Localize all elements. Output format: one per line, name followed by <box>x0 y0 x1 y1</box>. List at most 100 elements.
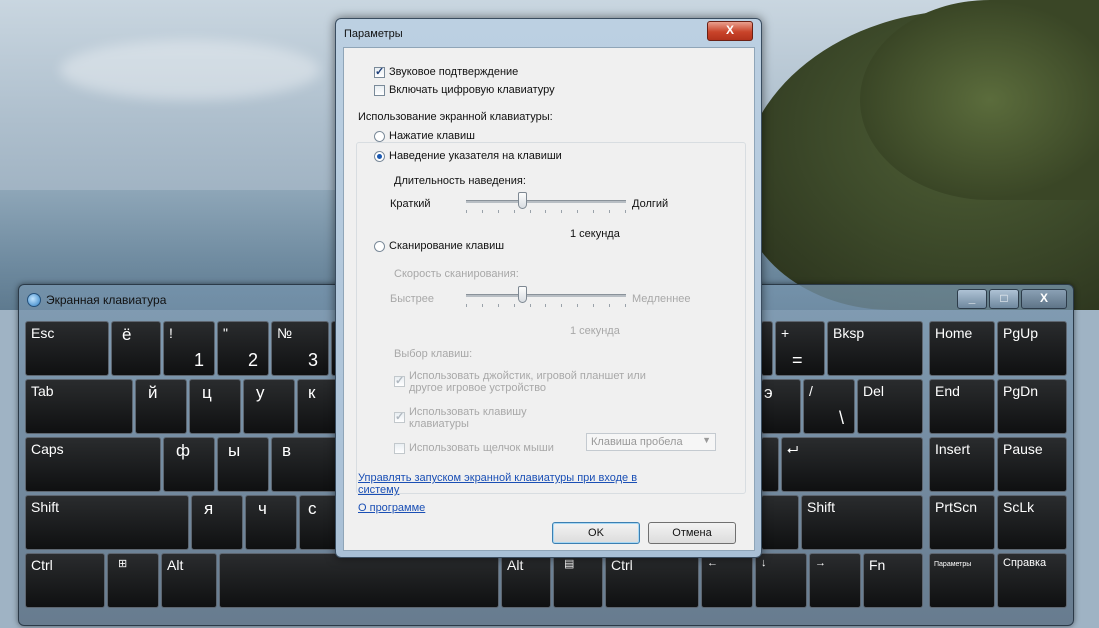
key-yi[interactable]: ы <box>217 437 269 492</box>
key-end[interactable]: End <box>929 379 995 434</box>
key-e-row3-partial[interactable] <box>761 437 779 492</box>
slider-tick <box>577 304 579 307</box>
maximize-button[interactable]: □ <box>989 289 1019 309</box>
hover-duration-slider[interactable] <box>466 192 626 214</box>
arrow-down-icon: ↓ <box>761 557 767 569</box>
key-ctrl-left[interactable]: Ctrl <box>25 553 105 608</box>
key-dot-partial[interactable] <box>761 495 799 550</box>
mode-scan-radio[interactable] <box>374 240 385 252</box>
key-home[interactable]: Home <box>929 321 995 376</box>
key-enter[interactable]: ⮠ <box>781 437 923 492</box>
key-1[interactable]: ! 1 <box>163 321 215 376</box>
mode-click-radio[interactable] <box>374 130 385 142</box>
key-pause[interactable]: Pause <box>997 437 1067 492</box>
key-pgup[interactable]: PgUp <box>997 321 1067 376</box>
key-2[interactable]: " 2 <box>217 321 269 376</box>
key-prtscn[interactable]: PrtScn <box>929 495 995 550</box>
key-right[interactable]: → <box>809 553 861 608</box>
key-insert[interactable]: Insert <box>929 437 995 492</box>
mode-hover-radio[interactable] <box>374 150 385 162</box>
slider-tick <box>497 210 499 213</box>
mode-hover-option[interactable]: Наведение указателя на клавиши <box>374 150 562 162</box>
dialog-body: Звуковое подтверждение Включать цифровую… <box>343 47 755 551</box>
slider-tick <box>545 304 547 307</box>
key-ch[interactable]: ч <box>245 495 297 550</box>
slider-tick <box>609 210 611 213</box>
slider-tick <box>577 210 579 213</box>
hover-min-label: Краткий <box>390 198 431 210</box>
dialog-title: Параметры <box>344 28 403 40</box>
key-backspace[interactable]: Bksp <box>827 321 923 376</box>
key-space[interactable] <box>219 553 499 608</box>
enter-icon: ⮠ <box>787 441 799 457</box>
minimize-button[interactable]: _ <box>957 289 987 309</box>
key-fn[interactable]: Fn <box>863 553 923 608</box>
key-sclk[interactable]: ScLk <box>997 495 1067 550</box>
mode-scan-option[interactable]: Сканирование клавиш <box>374 240 504 252</box>
key-down[interactable]: ↓ <box>755 553 807 608</box>
use-key-checkbox[interactable] <box>394 410 405 423</box>
hover-value-label: 1 секунда <box>570 228 620 240</box>
key-u[interactable]: у <box>243 379 295 434</box>
slider-tick <box>561 210 563 213</box>
mode-click-option[interactable]: Нажатие клавиш <box>374 130 475 142</box>
key-menu[interactable]: ▤ <box>553 553 603 608</box>
key-left[interactable]: ← <box>701 553 753 608</box>
key-ya[interactable]: я <box>191 495 243 550</box>
key-caps[interactable]: Caps <box>25 437 161 492</box>
slider-ticks <box>466 210 626 213</box>
key-shift-left[interactable]: Shift <box>25 495 189 550</box>
ok-button[interactable]: OK <box>552 522 640 544</box>
key-yo[interactable]: ё <box>111 321 161 376</box>
cancel-button[interactable]: Отмена <box>648 522 736 544</box>
key-ctrl-right[interactable]: Ctrl <box>605 553 699 608</box>
key-params[interactable]: Параметры <box>929 553 995 608</box>
slider-tick <box>609 304 611 307</box>
key-backslash[interactable]: / \ <box>803 379 855 434</box>
close-button[interactable]: X <box>1021 289 1067 309</box>
key-alt-right[interactable]: Alt <box>501 553 551 608</box>
about-link[interactable]: О программе <box>358 502 425 514</box>
slider-tick <box>624 210 626 213</box>
sound-confirm-option[interactable]: Звуковое подтверждение <box>374 65 518 78</box>
key-e[interactable]: э <box>761 379 801 434</box>
key-y[interactable]: й <box>135 379 187 434</box>
key-tab[interactable]: Tab <box>25 379 133 434</box>
use-key-option[interactable]: Использовать клавишуклавиатуры <box>394 406 527 430</box>
key-help[interactable]: Справка <box>997 553 1067 608</box>
key-ts[interactable]: ц <box>189 379 241 434</box>
use-mouse-click-option[interactable]: Использовать щелчок мыши <box>394 442 554 454</box>
key-3[interactable]: № 3 <box>271 321 329 376</box>
scan-speed-slider[interactable] <box>466 286 626 308</box>
key-select-combo[interactable]: Клавиша пробела ▼ <box>586 433 716 451</box>
slider-thumb[interactable] <box>518 286 527 303</box>
slider-tick <box>593 210 595 213</box>
key-shift-right[interactable]: Shift <box>801 495 923 550</box>
startup-settings-link[interactable]: Управлять запуском экранной клавиатуры п… <box>358 472 637 496</box>
key-minus-partial[interactable] <box>761 321 773 376</box>
slider-tick <box>545 210 547 213</box>
key-esc[interactable]: Esc <box>25 321 109 376</box>
key-equals[interactable]: + = <box>775 321 825 376</box>
key-del[interactable]: Del <box>857 379 923 434</box>
key-v[interactable]: в <box>271 437 341 492</box>
use-joystick-option[interactable]: Использовать джойстик, игровой планшет и… <box>394 370 646 394</box>
slider-thumb[interactable] <box>518 192 527 209</box>
numpad-checkbox[interactable] <box>374 84 385 96</box>
slider-ticks <box>466 304 626 307</box>
scan-min-label: Быстрее <box>390 293 435 305</box>
use-mouse-click-checkbox[interactable] <box>394 442 405 454</box>
dialog-close-button[interactable]: X <box>707 21 753 41</box>
key-alt-left[interactable]: Alt <box>161 553 217 608</box>
sound-confirm-checkbox[interactable] <box>374 65 385 78</box>
key-select-heading: Выбор клавиш: <box>394 348 473 360</box>
key-f[interactable]: ф <box>163 437 215 492</box>
scan-max-label: Медленнее <box>632 293 691 305</box>
slider-tick <box>593 304 595 307</box>
slider-track <box>466 200 626 203</box>
key-pgdn[interactable]: PgDn <box>997 379 1067 434</box>
scan-speed-label: Скорость сканирования: <box>394 268 519 280</box>
numpad-option[interactable]: Включать цифровую клавиатуру <box>374 84 555 96</box>
use-joystick-checkbox[interactable] <box>394 374 405 387</box>
key-win[interactable]: ⊞ <box>107 553 159 608</box>
